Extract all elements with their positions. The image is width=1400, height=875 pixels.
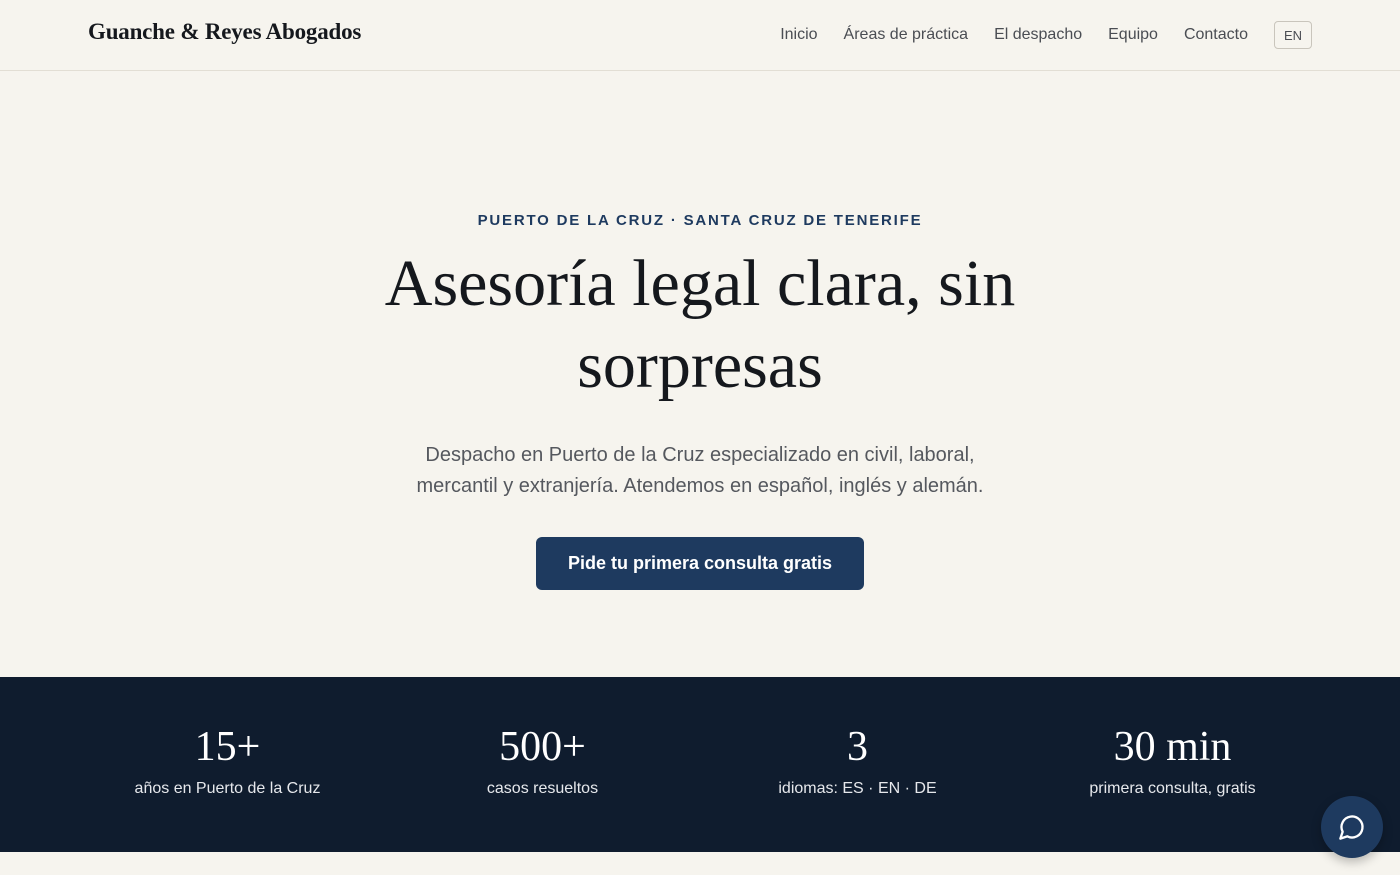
stat-value: 30 min — [1113, 724, 1232, 770]
hero-eyebrow: PUERTO DE LA CRUZ · SANTA CRUZ DE TENERI… — [477, 212, 923, 229]
main-nav: Inicio Áreas de práctica El despacho Equ… — [780, 21, 1312, 49]
hero-subtitle: Despacho en Puerto de la Cruz especializ… — [416, 444, 984, 497]
stat-value: 3 — [847, 724, 868, 770]
site-logo[interactable]: Guanche & Reyes Abogados — [88, 19, 361, 45]
stat-label: años en Puerto de la Cruz — [134, 780, 321, 797]
stat-label: primera consulta, gratis — [1089, 780, 1256, 797]
stats-band: 15+ años en Puerto de la Cruz 500+ casos… — [0, 677, 1400, 852]
hero-section: PUERTO DE LA CRUZ · SANTA CRUZ DE TENERI… — [0, 71, 1400, 677]
nav-link-inicio[interactable]: Inicio — [780, 21, 817, 49]
stat-label: casos resueltos — [486, 780, 599, 797]
language-toggle-button[interactable]: EN — [1274, 21, 1312, 49]
nav-link-equipo[interactable]: Equipo — [1108, 21, 1158, 49]
nav-link-areas-de-practica[interactable]: Áreas de práctica — [844, 21, 969, 49]
nav-link-el-despacho[interactable]: El despacho — [994, 21, 1082, 49]
nav-link-contacto[interactable]: Contacto — [1184, 21, 1248, 49]
chat-widget-button[interactable] — [1321, 796, 1383, 858]
stat-value: 500+ — [499, 724, 586, 770]
free-consultation-button[interactable]: Pide tu primera consulta gratis — [536, 537, 864, 590]
site-header: Guanche & Reyes Abogados Inicio Áreas de… — [0, 0, 1400, 71]
stat-label: idiomas: ES · EN · DE — [778, 780, 937, 797]
stat-value: 15+ — [194, 724, 261, 770]
hero-headline: Asesoría legal clara, sin sorpresas — [384, 247, 1016, 402]
chat-bubble-icon — [1339, 815, 1364, 840]
